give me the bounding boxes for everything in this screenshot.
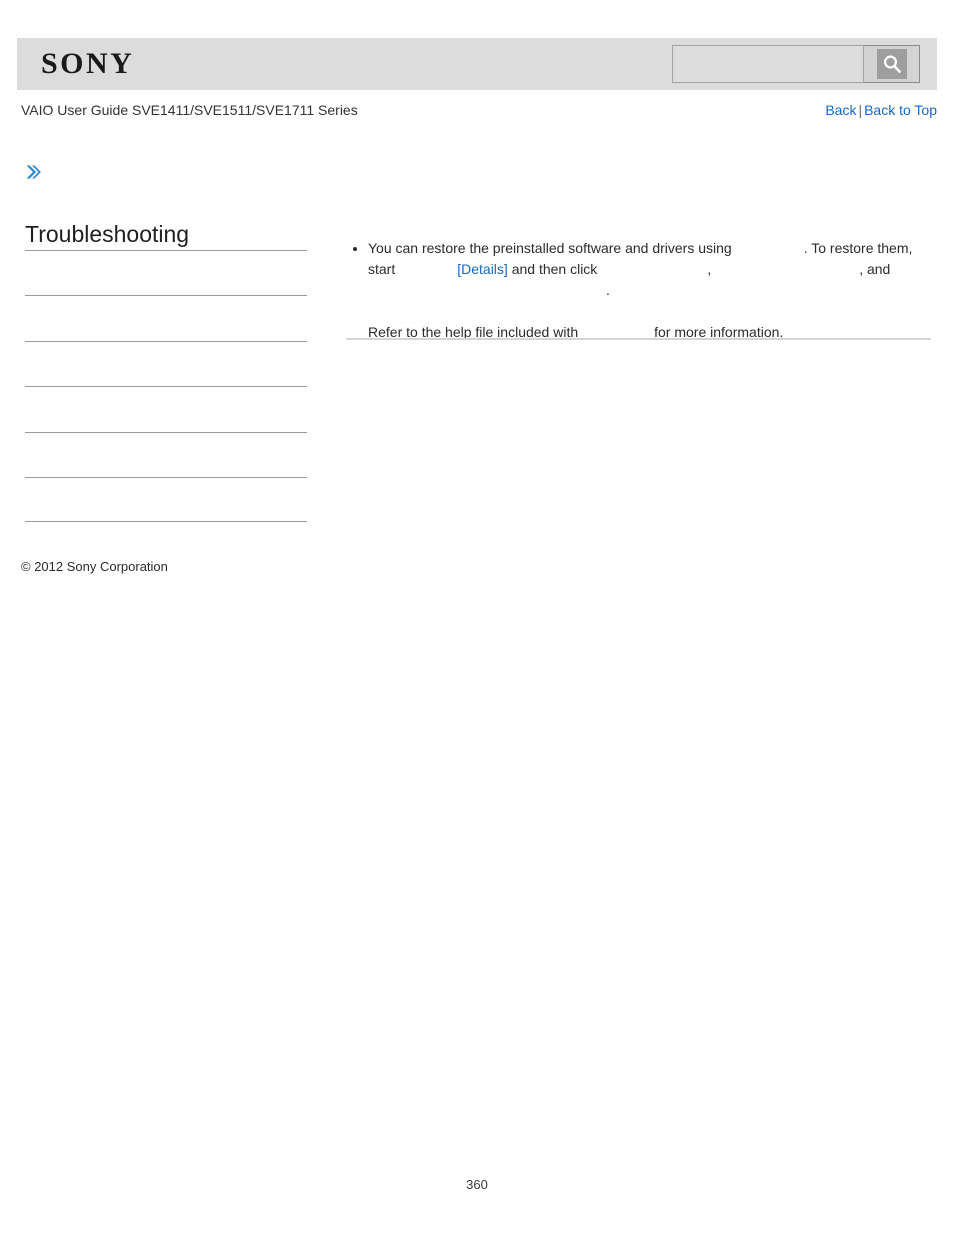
restore-text-1: You can restore the preinstalled softwar…: [368, 240, 732, 256]
content-divider: [346, 338, 931, 340]
sidebar-divider: [25, 477, 307, 478]
sidebar-divider: [25, 295, 307, 296]
double-chevron-right-icon[interactable]: [24, 163, 42, 181]
sidebar-divider: [25, 386, 307, 387]
orphan-comma-1: ,: [707, 261, 712, 277]
sidebar-divider: [25, 250, 307, 251]
nav-links: Back | Back to Top: [825, 101, 937, 119]
search-button[interactable]: [864, 45, 920, 83]
search-area: [672, 45, 920, 83]
header-band: SONY: [17, 38, 937, 90]
back-link[interactable]: Back: [825, 102, 856, 118]
sidebar-divider: [25, 341, 307, 342]
guide-title: VAIO User Guide SVE1411/SVE1511/SVE1711 …: [21, 102, 358, 118]
sidebar-divider: [25, 521, 307, 522]
details-link[interactable]: [Details]: [457, 261, 508, 277]
sony-logo: SONY: [41, 47, 135, 80]
search-icon: [876, 49, 907, 79]
restore-text-3: and then click: [511, 261, 598, 277]
orphan-period: .: [606, 282, 610, 298]
back-to-top-link[interactable]: Back to Top: [864, 102, 937, 118]
main-content: You can restore the preinstalled softwar…: [346, 238, 931, 343]
list-item: You can restore the preinstalled softwar…: [368, 238, 931, 343]
copyright-notice: © 2012 Sony Corporation: [21, 559, 168, 574]
nav-separator: |: [858, 102, 863, 118]
sidebar-divider: [25, 432, 307, 433]
note-list: You can restore the preinstalled softwar…: [346, 238, 931, 343]
search-input[interactable]: [672, 45, 864, 83]
page-title: Troubleshooting: [25, 221, 190, 247]
page-number: 360: [466, 1177, 488, 1192]
orphan-comma-2: , and: [859, 261, 891, 277]
